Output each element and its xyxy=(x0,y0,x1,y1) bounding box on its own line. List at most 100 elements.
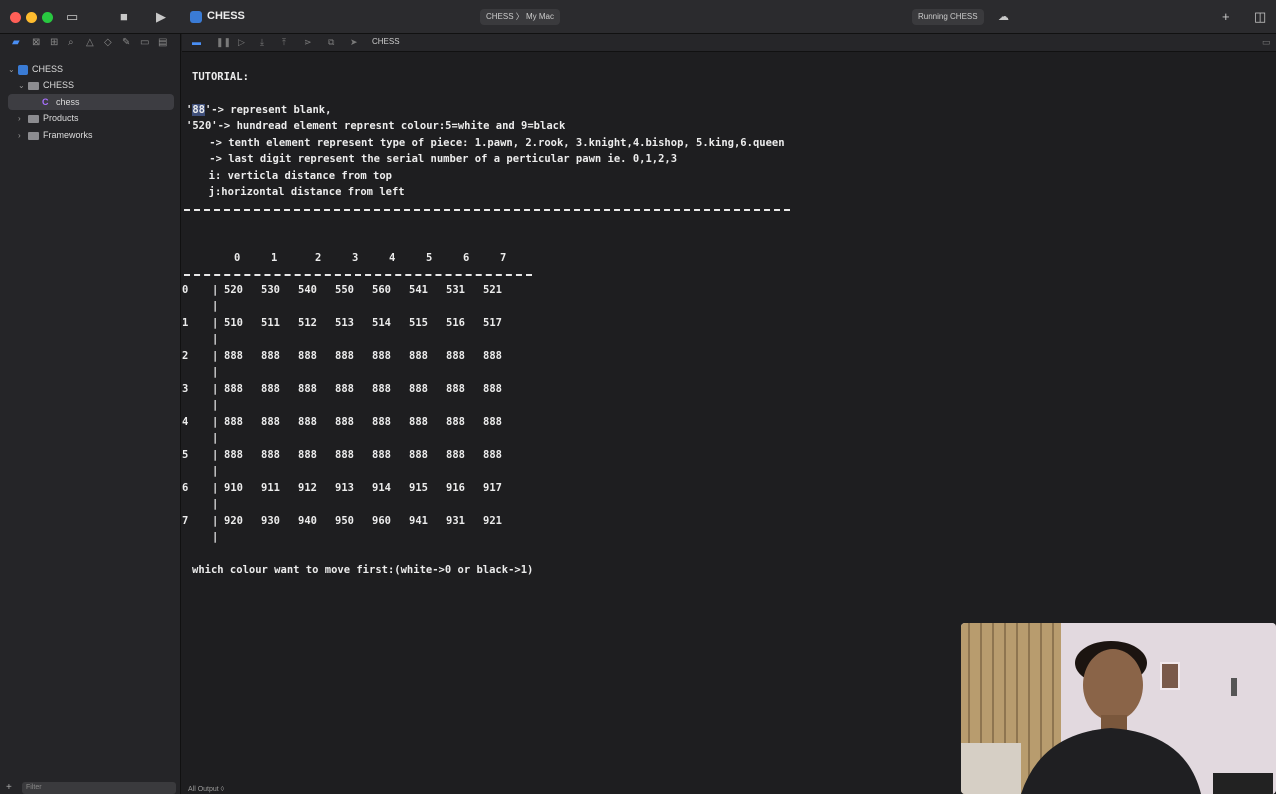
tree-item-label: CHESS xyxy=(32,64,64,74)
row-divider: | xyxy=(212,399,219,411)
row-divider: | xyxy=(212,300,219,312)
run-icon[interactable]: ▶ xyxy=(156,9,166,25)
tree-item-source-file[interactable]: Cchess xyxy=(8,94,174,110)
row-divider: | xyxy=(212,482,219,494)
disclosure-closed-icon[interactable]: › xyxy=(18,128,28,144)
row-divider: | xyxy=(212,531,219,543)
board-cell: 550 xyxy=(335,284,354,296)
view-hierarchy-icon[interactable]: ⋗ xyxy=(304,37,312,48)
sidebar-toggle-icon[interactable]: ▭ xyxy=(66,9,78,25)
board-grid: 0 | | 520 530 540 550 560 541 531 521 1 | | 510 511 512 5… xyxy=(182,53,542,553)
scheme-selector[interactable]: CHESS 〉 My Mac xyxy=(480,9,561,25)
board-cell: 917 xyxy=(483,482,502,494)
location-icon[interactable]: ➤ xyxy=(350,37,358,48)
row-index: 1 xyxy=(182,317,189,329)
minimize-window-button[interactable] xyxy=(26,12,37,23)
board-cell: 888 xyxy=(298,449,317,461)
c-file-icon: C xyxy=(42,97,49,107)
board-cell: 888 xyxy=(409,416,428,428)
board-cell: 540 xyxy=(298,284,317,296)
board-cell: 541 xyxy=(409,284,428,296)
symbol-icon[interactable]: ⊞ xyxy=(50,37,58,48)
close-window-button[interactable] xyxy=(10,12,21,23)
add-file-icon[interactable]: + xyxy=(6,782,12,794)
board-cell: 530 xyxy=(261,284,280,296)
pause-icon[interactable]: ❚❚ xyxy=(216,37,231,48)
panel-toggle-icon[interactable]: ▭ xyxy=(1262,37,1271,48)
tree-item-project[interactable]: ⌄ CHESS xyxy=(8,61,174,77)
debug-toolbar: ▬ ❚❚ ▷ ⤓ ⤒ ⋗ ⧉ ➤ CHESS ▭ xyxy=(182,34,1276,52)
report-icon[interactable]: ▤ xyxy=(158,37,167,48)
add-icon[interactable]: + xyxy=(1222,9,1230,25)
folder-icon[interactable]: ▰ xyxy=(12,37,20,48)
board-cell: 921 xyxy=(483,515,502,527)
folder-icon xyxy=(28,81,39,90)
disclosure-open-icon[interactable]: ⌄ xyxy=(8,62,18,78)
search-icon[interactable]: ⌕ xyxy=(68,37,74,48)
disclosure-closed-icon[interactable]: › xyxy=(18,111,28,127)
board-cell: 514 xyxy=(372,317,391,329)
row-divider: | xyxy=(212,449,219,461)
project-icon xyxy=(190,11,202,23)
board-cell: 888 xyxy=(446,383,465,395)
row-index: 3 xyxy=(182,383,189,395)
board-cell: 920 xyxy=(224,515,243,527)
tree-item-frameworks[interactable]: › Frameworks xyxy=(8,127,174,143)
debug-icon[interactable]: ✎ xyxy=(122,37,130,48)
disclosure-open-icon[interactable]: ⌄ xyxy=(18,78,28,94)
stop-icon[interactable]: ■ xyxy=(120,9,128,25)
board-cell: 513 xyxy=(335,317,354,329)
output-filter-label[interactable]: All Output ◊ xyxy=(188,786,224,793)
board-cell: 910 xyxy=(224,482,243,494)
project-file-icon xyxy=(18,64,28,75)
board-cell: 915 xyxy=(409,482,428,494)
warning-icon[interactable]: △ xyxy=(86,37,94,48)
test-icon[interactable]: ◇ xyxy=(104,37,112,48)
breakpoint-icon[interactable]: ▭ xyxy=(140,37,149,48)
board-cell: 888 xyxy=(483,383,502,395)
board-cell: 888 xyxy=(372,350,391,362)
board-cell: 888 xyxy=(298,350,317,362)
presenter-video-frame xyxy=(961,623,1276,794)
inspector-toggle-icon[interactable]: ◫ xyxy=(1254,9,1266,25)
board-cell: 914 xyxy=(372,482,391,494)
navigator-toolbar: ▰ ⊠ ⊞ ⌕ △ ◇ ✎ ▭ ▤ xyxy=(0,34,181,54)
step-over-icon[interactable]: ▷ xyxy=(238,37,245,48)
row-divider: | xyxy=(212,465,219,477)
board-cell: 521 xyxy=(483,284,502,296)
step-into-icon[interactable]: ⤓ xyxy=(260,37,264,48)
board-cell: 888 xyxy=(409,449,428,461)
board-cell: 512 xyxy=(298,317,317,329)
board-cell: 888 xyxy=(372,416,391,428)
step-out-icon[interactable]: ⤒ xyxy=(282,37,286,48)
board-cell: 888 xyxy=(224,383,243,395)
board-cell: 888 xyxy=(409,383,428,395)
row-index: 7 xyxy=(182,515,189,527)
board-cell: 888 xyxy=(224,449,243,461)
row-divider: | xyxy=(212,366,219,378)
board-cell: 516 xyxy=(446,317,465,329)
board-cell: 940 xyxy=(298,515,317,527)
row-divider: | xyxy=(212,350,219,362)
source-control-icon[interactable]: ⊠ xyxy=(32,37,40,48)
board-cell: 517 xyxy=(483,317,502,329)
board-cell: 913 xyxy=(335,482,354,494)
tree-item-label: Products xyxy=(43,113,79,123)
board-cell: 510 xyxy=(224,317,243,329)
board-cell: 888 xyxy=(298,383,317,395)
zoom-window-button[interactable] xyxy=(42,12,53,23)
row-index: 2 xyxy=(182,350,189,362)
row-index: 6 xyxy=(182,482,189,494)
board-cell: 515 xyxy=(409,317,428,329)
hide-debug-area-icon[interactable]: ▬ xyxy=(192,37,201,47)
memory-graph-icon[interactable]: ⧉ xyxy=(328,37,334,48)
navigator-filter-input[interactable]: Filter xyxy=(22,782,176,794)
folder-icon xyxy=(28,114,39,123)
tree-item-products[interactable]: › Products xyxy=(8,110,174,126)
board-cell: 930 xyxy=(261,515,280,527)
board-cell: 888 xyxy=(224,416,243,428)
board-cell: 888 xyxy=(446,416,465,428)
board-cell: 912 xyxy=(298,482,317,494)
tree-item-group[interactable]: ⌄ CHESS xyxy=(8,77,174,93)
board-cell: 888 xyxy=(335,350,354,362)
